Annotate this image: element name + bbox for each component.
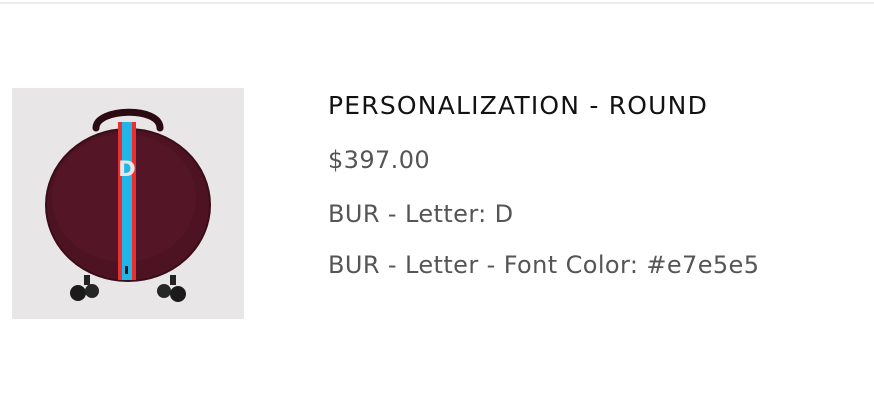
option-letter: BUR - Letter: D <box>328 200 514 228</box>
product-image-link[interactable]: D <box>12 88 244 319</box>
cart-item: D PERSONALIZATION - ROUND $397.00 BUR - … <box>12 88 862 320</box>
product-price: $397.00 <box>328 146 431 174</box>
option-font-color: BUR - Letter - Font Color: #e7e5e5 <box>328 251 760 279</box>
product-title-link[interactable]: PERSONALIZATION - ROUND <box>328 91 708 120</box>
monogram-letter: D <box>118 157 135 181</box>
top-divider <box>0 2 874 4</box>
round-suitcase-image: D <box>45 108 211 302</box>
